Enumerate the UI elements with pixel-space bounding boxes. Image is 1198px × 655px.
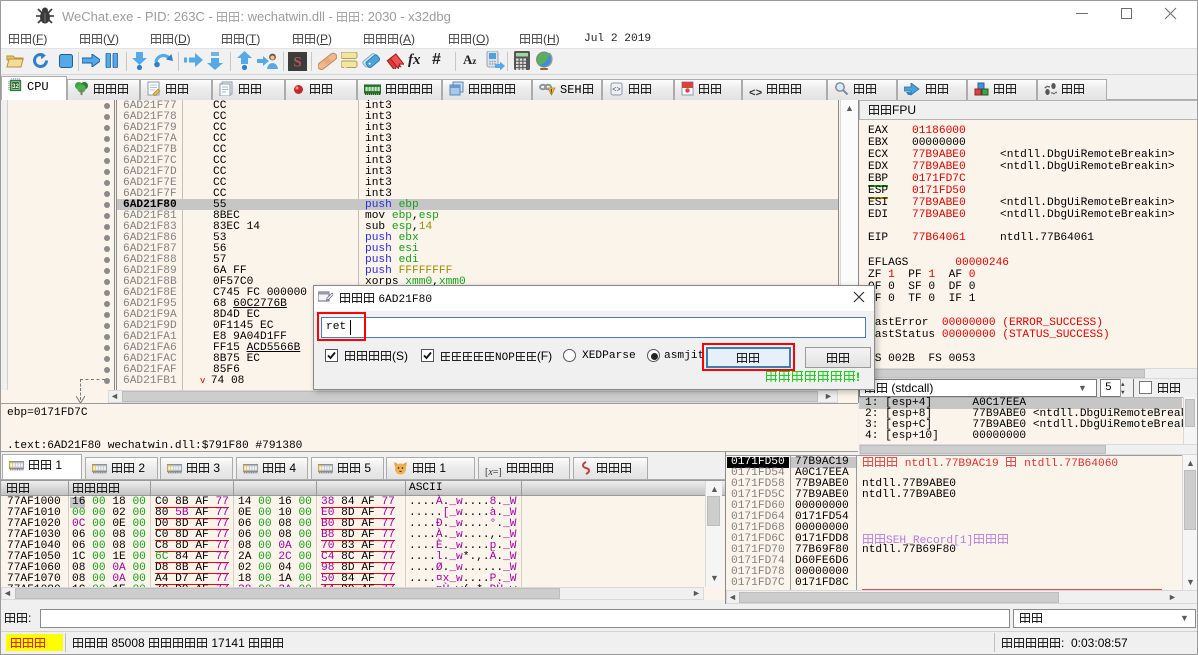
svg-text:!: ! <box>550 90 552 96</box>
svg-text:<>: <> <box>612 87 620 95</box>
svg-text:32: 32 <box>12 83 19 90</box>
svg-text:S: S <box>293 55 301 71</box>
